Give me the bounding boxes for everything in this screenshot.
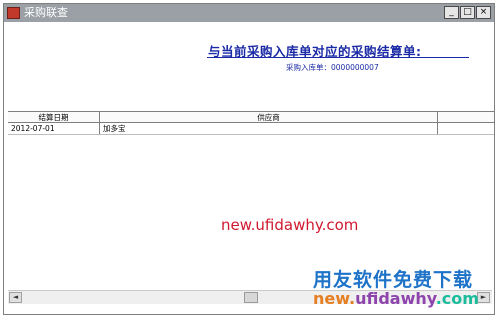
settlement-table: 结算日期 供应商 2012-07-01 加多宝 [8,111,494,135]
column-header-extra[interactable] [438,112,494,122]
brand-url-part-3: .com [435,289,479,308]
table-header-row: 结算日期 供应商 [8,111,494,123]
brand-url-part-1: new. [313,289,356,308]
brand-watermark-url: new.ufidawhy.com [313,289,479,308]
watermark-text: new.ufidawhy.com [221,216,359,234]
cell-settle-date[interactable]: 2012-07-01 [8,123,100,134]
table-row[interactable]: 2012-07-01 加多宝 [8,123,494,135]
cell-supplier[interactable]: 加多宝 [100,123,438,134]
close-button[interactable]: × [476,6,491,19]
cell-extra[interactable] [438,123,494,134]
app-icon [7,7,20,19]
maximize-button[interactable]: □ [460,6,475,19]
scroll-left-arrow-icon[interactable]: ◄ [9,292,22,303]
minimize-button[interactable]: _ [444,6,459,19]
column-header-supplier[interactable]: 供应商 [100,112,438,122]
window-title: 采购联查 [24,6,68,19]
report-content: 与当前采购入库单对应的采购结算单: 采购入库单：0000000007 结算日期 … [4,22,494,288]
scroll-thumb[interactable] [244,292,258,303]
heading-underline [207,57,469,58]
title-bar[interactable]: 采购联查 _ □ × [4,4,494,22]
brand-watermark-title: 用友软件免费下载 [313,269,474,291]
column-header-settle-date[interactable]: 结算日期 [8,112,100,122]
report-subheading: 采购入库单：0000000007 [286,63,379,72]
brand-url-part-2: ufidawhy [355,289,436,308]
